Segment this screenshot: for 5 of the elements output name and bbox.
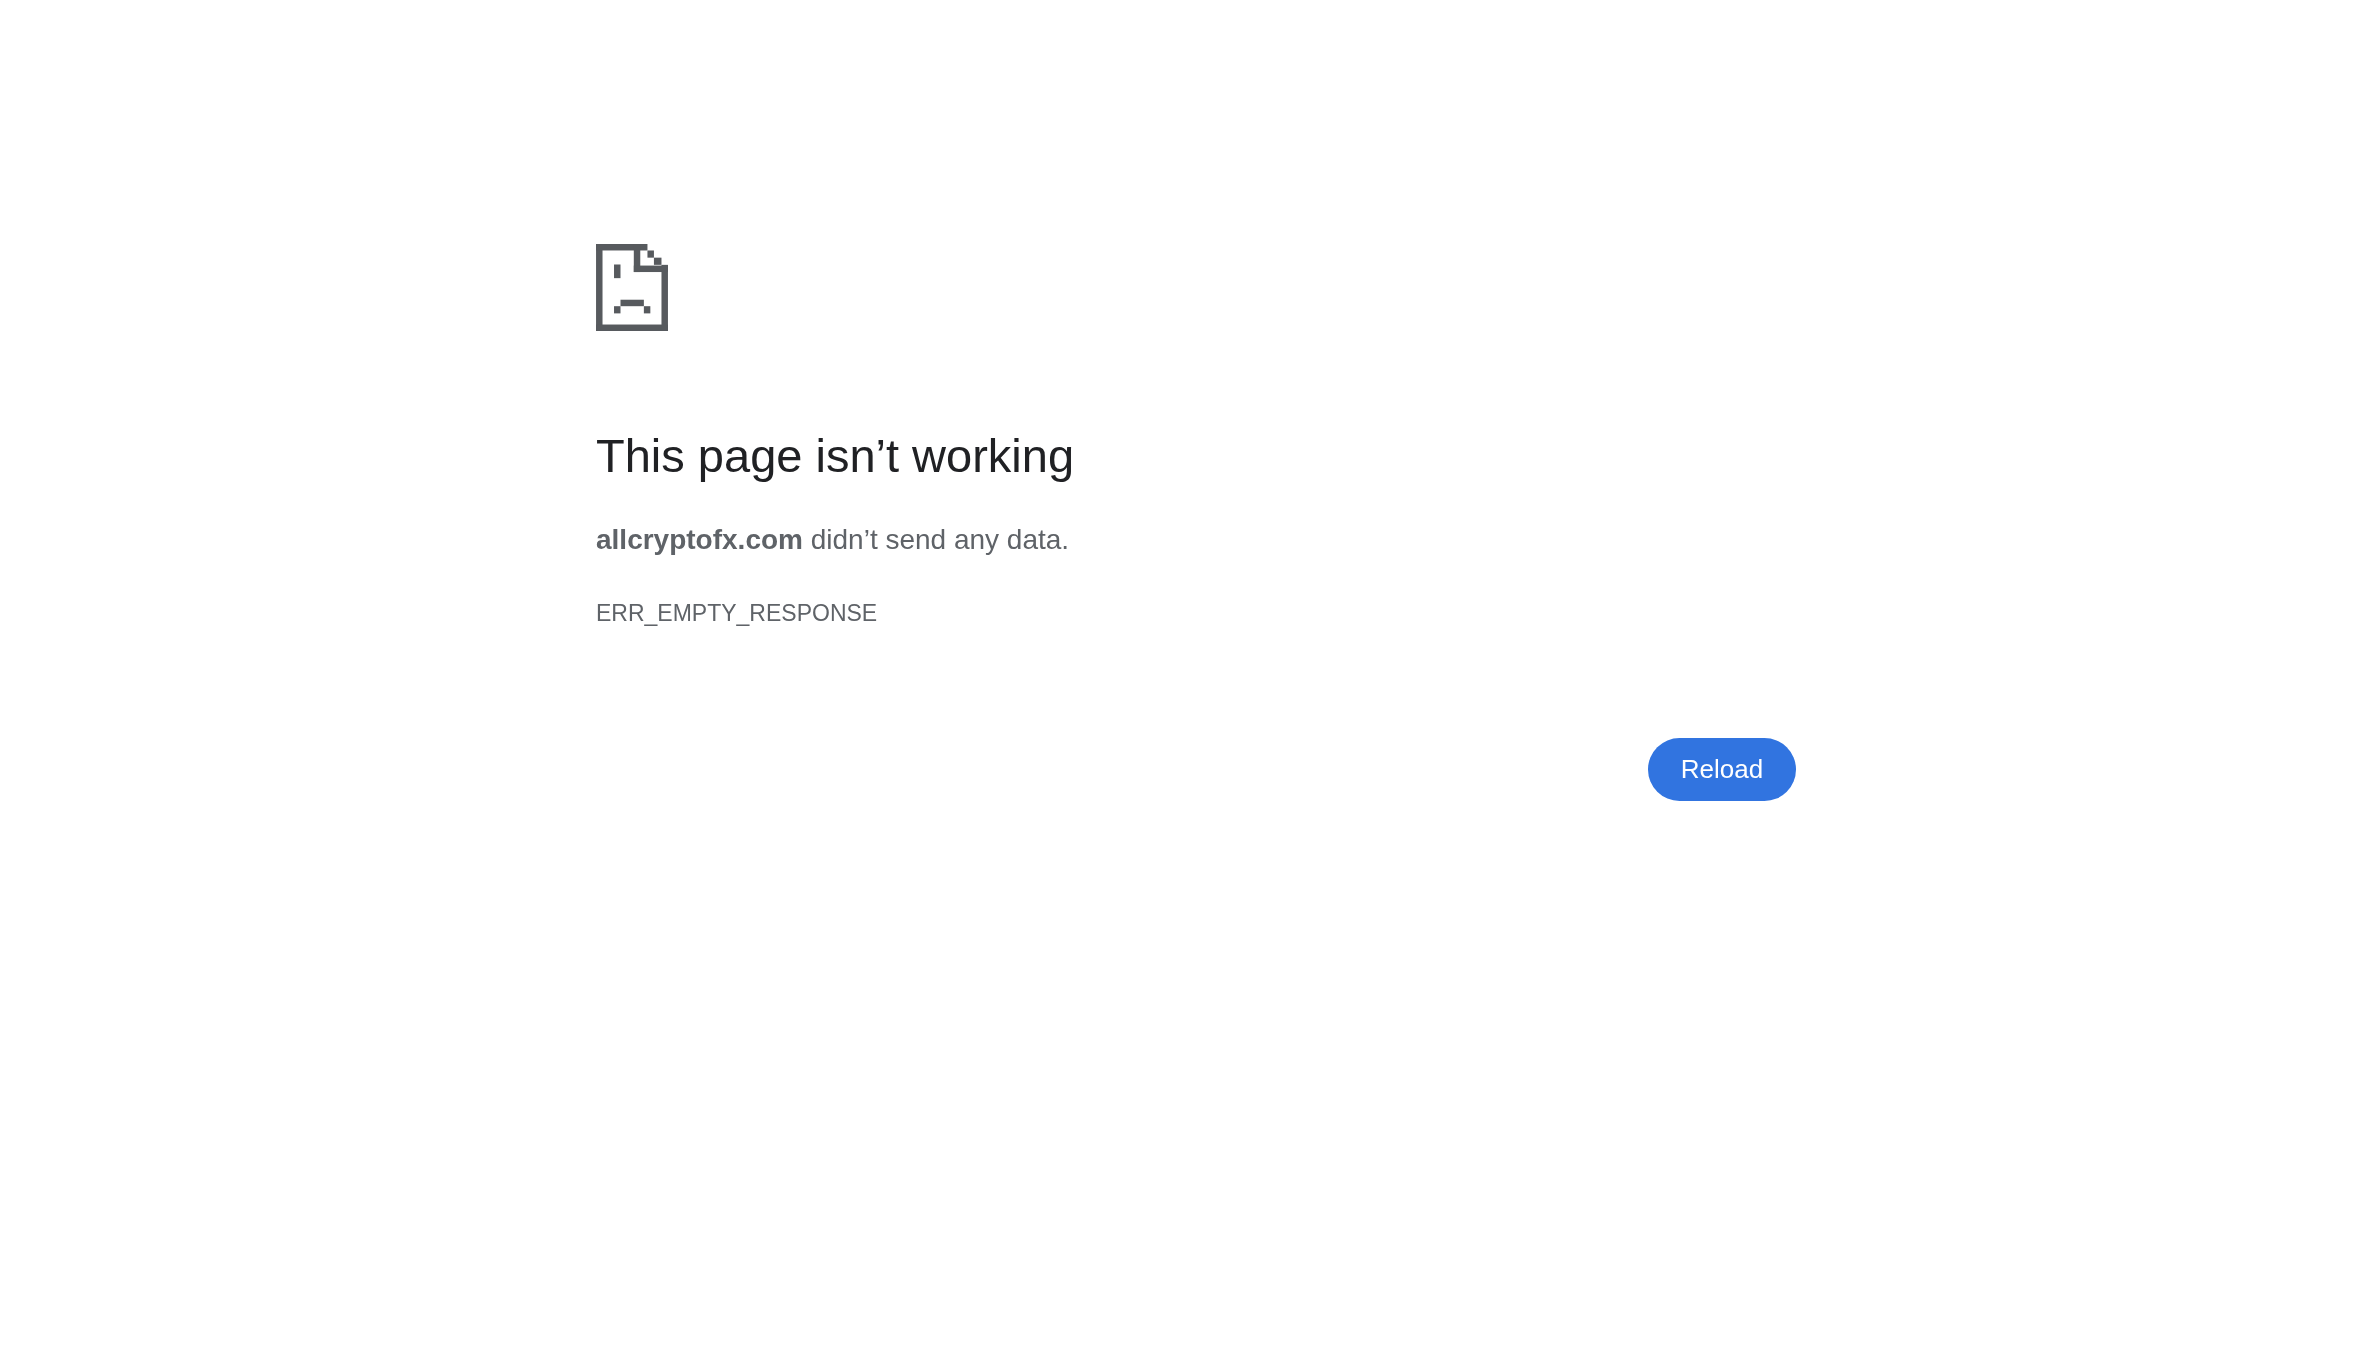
reload-button[interactable]: Reload <box>1648 738 1796 801</box>
sad-document-icon <box>596 244 668 331</box>
error-message: allcryptofx.com didn’t send any data. <box>596 523 1071 557</box>
error-heading: This page isn’t working <box>596 428 1076 484</box>
error-code: ERR_EMPTY_RESPONSE <box>596 599 879 627</box>
